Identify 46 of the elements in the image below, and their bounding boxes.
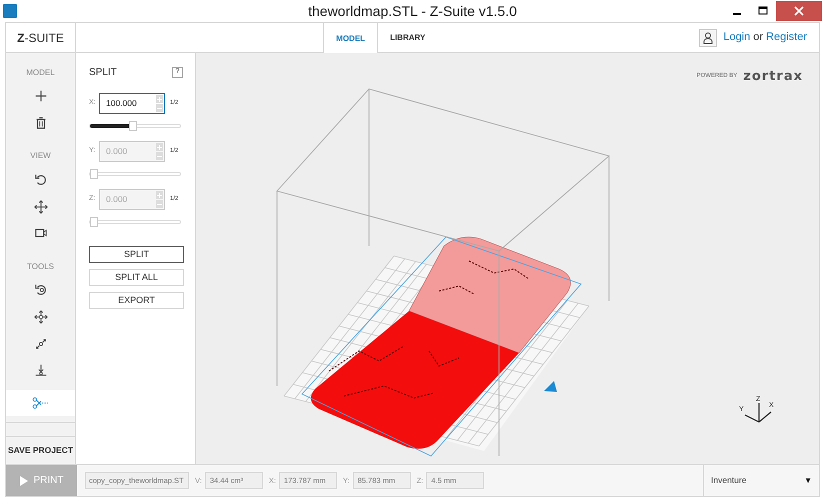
action-button[interactable]: SPLIT ALL (89, 269, 184, 286)
scissors-icon (32, 396, 50, 410)
close-button[interactable] (776, 1, 822, 21)
action-button[interactable]: SPLIT (89, 246, 184, 263)
connector-text: or (753, 30, 764, 46)
slider-track[interactable] (89, 172, 181, 176)
play-icon (20, 476, 28, 486)
triangle-icon[interactable] (544, 381, 557, 392)
slider-track[interactable] (89, 124, 181, 128)
trash-icon (34, 116, 48, 130)
maximize-icon (758, 6, 768, 16)
rotate-icon (34, 172, 48, 187)
section-label: TOOLS (26, 260, 55, 273)
window-title: theworldmap.STL - Z-Suite v1.5.0 (308, 2, 517, 21)
decrement-button[interactable] (156, 104, 163, 112)
tab[interactable]: MODEL (323, 23, 378, 54)
minus-icon (157, 106, 162, 110)
slider-track[interactable] (89, 220, 181, 224)
app-logo: Z-SUITE (6, 23, 76, 52)
printer-dropdown[interactable]: Inventure ▼ (703, 465, 819, 496)
resize-icon (34, 336, 48, 350)
drop-to-bed-icon (34, 363, 48, 378)
increment-button[interactable] (156, 95, 163, 103)
tab[interactable]: LIBRARY (378, 23, 438, 53)
minus-icon (157, 154, 162, 158)
minus-icon (157, 202, 162, 206)
number-field[interactable]: 100.000 (99, 93, 165, 114)
login-link[interactable]: Login (723, 29, 750, 46)
plus-icon (34, 89, 48, 104)
user-icon[interactable] (699, 28, 718, 46)
action-button[interactable]: EXPORT (89, 292, 184, 309)
move-icon (34, 310, 48, 324)
close-icon (794, 6, 804, 16)
brand-logo: zortrax (743, 68, 803, 86)
move-icon (34, 200, 48, 214)
rotate-icon (34, 283, 48, 298)
section-label: VIEW (29, 150, 52, 162)
plus-icon (157, 144, 162, 150)
app-icon (3, 4, 17, 18)
minimize-icon (733, 13, 741, 15)
section-label: MODEL (25, 67, 56, 79)
panel-title: SPLIT (89, 66, 117, 80)
plus-icon (157, 96, 162, 102)
slider-thumb[interactable] (128, 121, 137, 131)
register-link[interactable]: Register (766, 29, 807, 46)
plus-icon (157, 192, 162, 198)
